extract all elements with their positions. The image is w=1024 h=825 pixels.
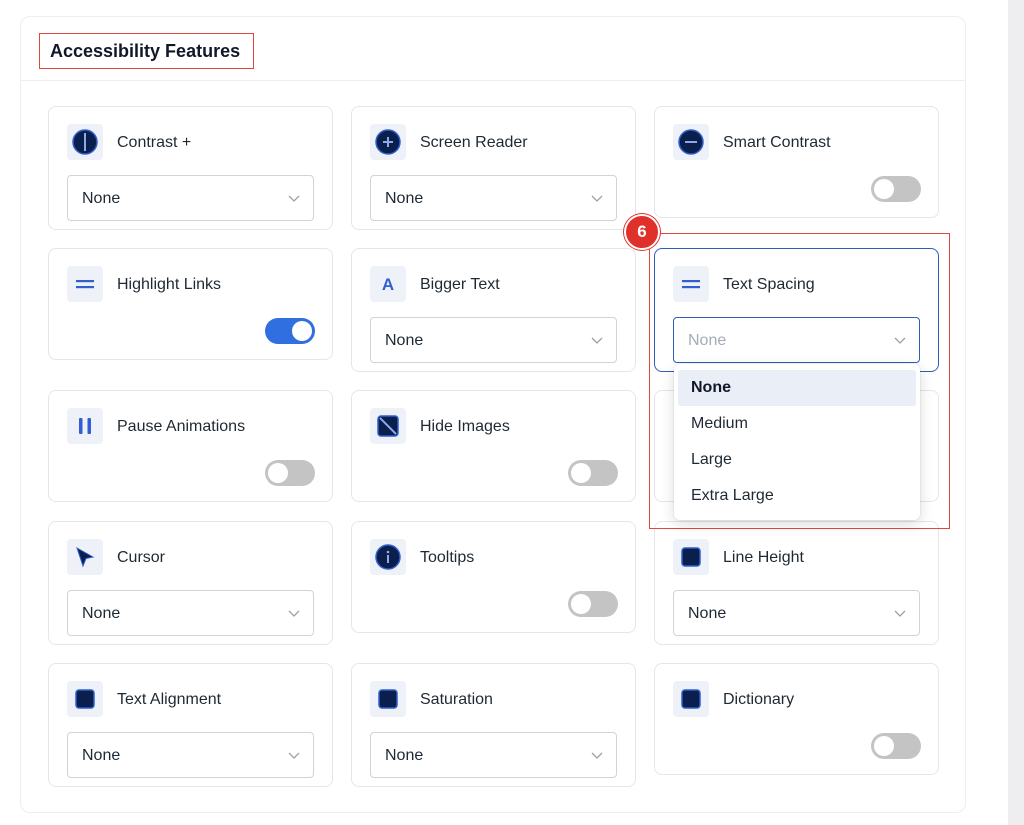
tooltips-toggle[interactable] [568,591,618,617]
chevron-down-icon [288,195,300,202]
contrast-select[interactable]: None [67,175,314,221]
select-value: None [385,747,424,764]
panel-header: Accessibility Features [21,17,965,81]
card-label: Cursor [117,549,166,566]
toggle-knob [268,463,288,483]
text-alignment-select[interactable]: None [67,732,314,778]
card-label: Text Alignment [117,691,222,708]
step-number-badge: 6 [624,214,660,250]
dropdown-option[interactable]: Extra Large [678,478,916,514]
pause-icon [67,408,103,444]
select-value: None [82,605,121,622]
select-value: None [82,747,121,764]
card-label: Line Height [723,549,804,566]
chevron-down-icon [591,337,603,344]
card-label: Pause Animations [117,418,246,435]
card-saturation: Saturation None [351,663,636,787]
card-label: Hide Images [420,418,510,435]
svg-text:A: A [382,275,394,294]
plus-circle-icon [370,124,406,160]
chevron-down-icon [894,610,906,617]
bigger-text-select[interactable]: None [370,317,617,363]
toggle-knob [874,179,894,199]
card-screen-reader: Screen Reader None [351,106,636,230]
toggle-knob [292,321,312,341]
equals-lines-icon [67,266,103,302]
select-value: None [385,332,424,349]
card-contrast: Contrast + None [48,106,333,230]
select-value: None [82,190,121,207]
card-label: Saturation [420,691,493,708]
smart-contrast-toggle[interactable] [871,176,921,202]
cursor-select[interactable]: None [67,590,314,636]
card-dictionary: Dictionary [654,663,939,775]
chevron-down-icon [591,752,603,759]
card-highlight-links: Highlight Links [48,248,333,360]
page-scrollbar[interactable] [1008,0,1024,825]
minus-circle-icon [673,124,709,160]
toggle-knob [571,594,591,614]
toggle-knob [571,463,591,483]
saturation-select[interactable]: None [370,732,617,778]
toggle-knob [874,736,894,756]
card-line-height: Line Height None [654,521,939,645]
card-hide-images: Hide Images [351,390,636,502]
highlight-links-toggle[interactable] [265,318,315,344]
letter-a-icon: A [370,266,406,302]
hide-images-toggle[interactable] [568,460,618,486]
square-icon [673,681,709,717]
card-text-alignment: Text Alignment None [48,663,333,787]
chevron-down-icon [591,195,603,202]
card-pause-animations: Pause Animations [48,390,333,502]
square-icon [67,681,103,717]
card-label: Contrast + [117,134,192,151]
chevron-down-icon [288,752,300,759]
dictionary-toggle[interactable] [871,733,921,759]
card-label: Bigger Text [420,276,500,293]
select-value: None [385,190,424,207]
contrast-half-circle-icon [67,124,103,160]
card-smart-contrast: Smart Contrast [654,106,939,218]
card-label: Tooltips [420,549,475,566]
card-tooltips: Tooltips [351,521,636,633]
card-label: Highlight Links [117,276,222,293]
card-cursor: Cursor None [48,521,333,645]
line-height-select[interactable]: None [673,590,920,636]
screen-reader-select[interactable]: None [370,175,617,221]
chevron-down-icon [288,610,300,617]
select-value: None [688,605,727,622]
dropdown-option[interactable]: None [678,370,916,406]
pause-animations-toggle[interactable] [265,460,315,486]
text-spacing-dropdown-menu: None Medium Large Extra Large [674,364,920,520]
dropdown-option[interactable]: Large [678,442,916,478]
square-icon [673,539,709,575]
card-label: Screen Reader [420,134,528,151]
info-circle-icon [370,539,406,575]
card-bigger-text: A Bigger Text None [351,248,636,372]
card-label: Smart Contrast [723,134,831,151]
panel-title: Accessibility Features [39,33,254,69]
dropdown-option[interactable]: Medium [678,406,916,442]
square-icon [370,681,406,717]
cursor-arrow-icon [67,539,103,575]
hide-image-icon [370,408,406,444]
card-label: Dictionary [723,691,795,708]
